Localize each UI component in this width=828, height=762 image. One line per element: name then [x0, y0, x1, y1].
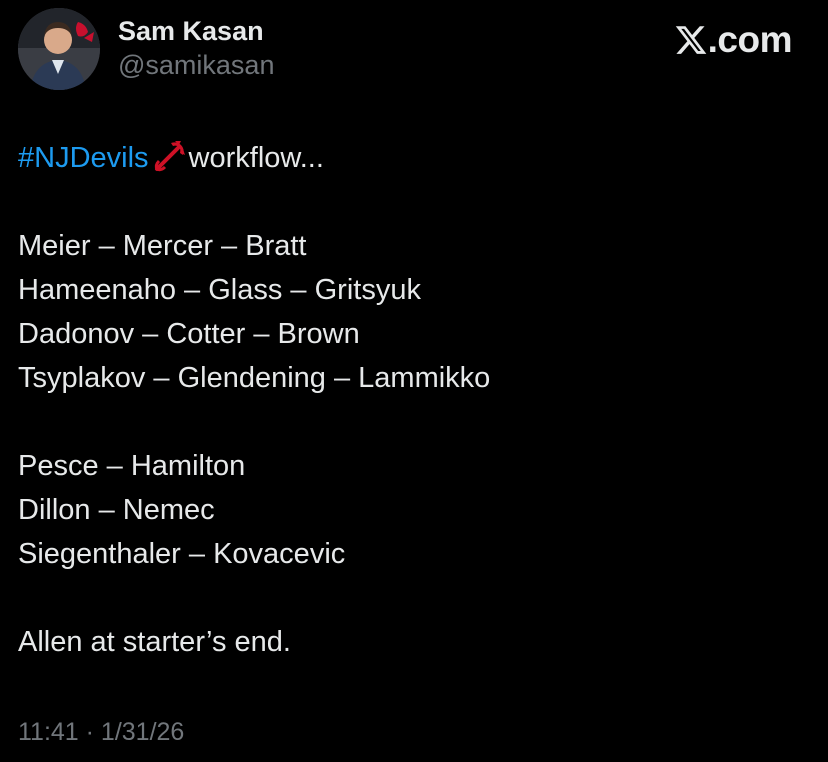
goalie-note: Allen at starter’s end. — [18, 626, 291, 658]
profile-photo — [18, 8, 100, 90]
forward-line: Hameenaho – Glass – Gritsyuk — [18, 274, 421, 306]
forward-line: Meier – Mercer – Bratt — [18, 230, 307, 262]
tweet-timestamp[interactable]: 11:41 · 1/31/26 — [18, 716, 184, 748]
tweet-text: #NJDevils workflow... Meier – Mercer – B… — [18, 136, 808, 664]
defense-pair: Pesce – Hamilton — [18, 450, 246, 482]
brand-watermark: .com — [674, 18, 793, 62]
forward-line: Tsyplakov – Glendening – Lammikko — [18, 362, 491, 394]
brand-text: .com — [707, 19, 793, 60]
defense-pair: Siegenthaler – Kovacevic — [18, 538, 346, 570]
author-names: Sam Kasan @samikasan — [118, 14, 274, 82]
tweet-intro-text: workflow... — [188, 142, 324, 174]
defense-pair: Dillon – Nemec — [18, 494, 215, 526]
tweet-intro-line: #NJDevils workflow... — [18, 136, 808, 180]
devils-pitchfork-emoji — [153, 139, 187, 186]
x-logo-icon — [675, 26, 706, 54]
hashtag-link[interactable]: #NJDevils — [18, 142, 149, 174]
tweet-header: Sam Kasan @samikasan .com — [18, 8, 798, 92]
forward-line: Dadonov – Cotter – Brown — [18, 318, 360, 350]
author-display-name[interactable]: Sam Kasan — [118, 14, 274, 48]
author-handle[interactable]: @samikasan — [118, 48, 274, 82]
avatar[interactable] — [18, 8, 100, 90]
